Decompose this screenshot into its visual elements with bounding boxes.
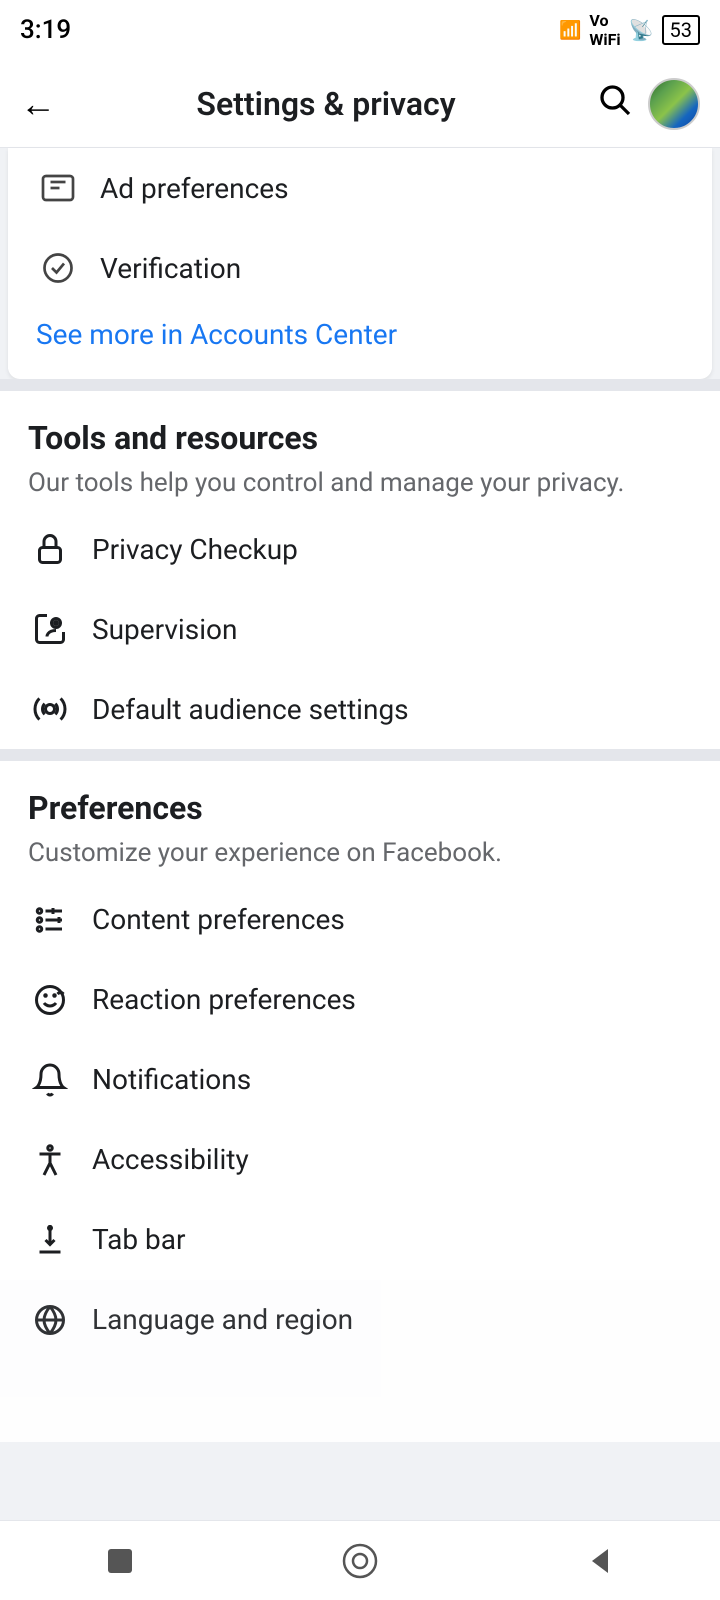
top-card: Ad preferences Verification See more in … <box>8 148 712 379</box>
battery-icon: 53 <box>662 15 700 45</box>
search-icon[interactable] <box>596 81 632 126</box>
tools-title: Tools and resources <box>28 419 692 457</box>
accessibility-label: Accessibility <box>92 1143 249 1176</box>
supervision-icon <box>28 607 72 651</box>
app-header: ← Settings & privacy <box>0 60 720 148</box>
divider <box>0 749 720 761</box>
preferences-section-header: Preferences Customize your experience on… <box>0 761 720 879</box>
ad-preferences-label: Ad preferences <box>100 172 289 205</box>
default-audience-label: Default audience settings <box>92 693 409 726</box>
privacy-checkup-label: Privacy Checkup <box>92 533 298 566</box>
accounts-center-link[interactable]: See more in Accounts Center <box>36 318 397 351</box>
vo-wifi-icon: VoWiFi <box>589 11 620 49</box>
notifications-label: Notifications <box>92 1063 251 1096</box>
content-preferences-label: Content preferences <box>92 903 345 936</box>
tools-subtitle: Our tools help you control and manage yo… <box>28 465 692 501</box>
list-item[interactable]: Ad preferences <box>8 148 712 228</box>
list-item[interactable]: Supervision <box>0 589 720 669</box>
default-audience-icon <box>28 687 72 731</box>
verification-icon <box>36 246 80 290</box>
nav-square-button[interactable] <box>90 1531 150 1591</box>
main-content: Ad preferences Verification See more in … <box>0 148 720 1442</box>
list-item[interactable]: Accessibility <box>0 1120 720 1200</box>
language-region-label: Language and region <box>92 1303 353 1336</box>
tools-section: Tools and resources Our tools help you c… <box>0 391 720 749</box>
signal-icon: 📶 <box>559 20 581 41</box>
ad-preferences-icon <box>36 166 80 210</box>
bottom-nav <box>0 1520 720 1600</box>
list-item[interactable]: Privacy Checkup <box>0 509 720 589</box>
tab-bar-icon <box>28 1218 72 1262</box>
status-icons: 📶 VoWiFi 📡 53 <box>559 11 700 49</box>
list-item[interactable]: Verification <box>8 228 712 308</box>
list-item[interactable]: Content preferences <box>0 880 720 960</box>
see-more-link[interactable]: See more in Accounts Center <box>8 308 712 369</box>
language-region-icon <box>28 1298 72 1342</box>
back-button[interactable]: ← <box>20 83 56 125</box>
tools-section-header: Tools and resources Our tools help you c… <box>0 391 720 509</box>
list-item[interactable]: Tab bar <box>0 1200 720 1280</box>
lock-icon <box>28 527 72 571</box>
nav-home-button[interactable] <box>330 1531 390 1591</box>
supervision-label: Supervision <box>92 613 237 646</box>
status-bar: 3:19 📶 VoWiFi 📡 53 <box>0 0 720 60</box>
divider <box>0 379 720 391</box>
reaction-preferences-label: Reaction preferences <box>92 983 356 1016</box>
notifications-icon <box>28 1058 72 1102</box>
preferences-subtitle: Customize your experience on Facebook. <box>28 835 692 871</box>
list-item[interactable]: Language and region <box>0 1280 720 1442</box>
verification-label: Verification <box>100 252 241 285</box>
list-item[interactable]: Notifications <box>0 1040 720 1120</box>
wifi-icon: 📡 <box>629 18 654 42</box>
avatar[interactable] <box>648 78 700 130</box>
tab-bar-label: Tab bar <box>92 1223 186 1256</box>
preferences-section: Preferences Customize your experience on… <box>0 761 720 1441</box>
accessibility-icon <box>28 1138 72 1182</box>
nav-back-button[interactable] <box>570 1531 630 1591</box>
status-time: 3:19 <box>20 15 71 45</box>
list-item[interactable]: Default audience settings <box>0 669 720 749</box>
page-title: Settings & privacy <box>196 85 455 123</box>
content-preferences-icon <box>28 898 72 942</box>
header-actions <box>596 78 700 130</box>
reaction-preferences-icon <box>28 978 72 1022</box>
preferences-title: Preferences <box>28 789 692 827</box>
list-item[interactable]: Reaction preferences <box>0 960 720 1040</box>
